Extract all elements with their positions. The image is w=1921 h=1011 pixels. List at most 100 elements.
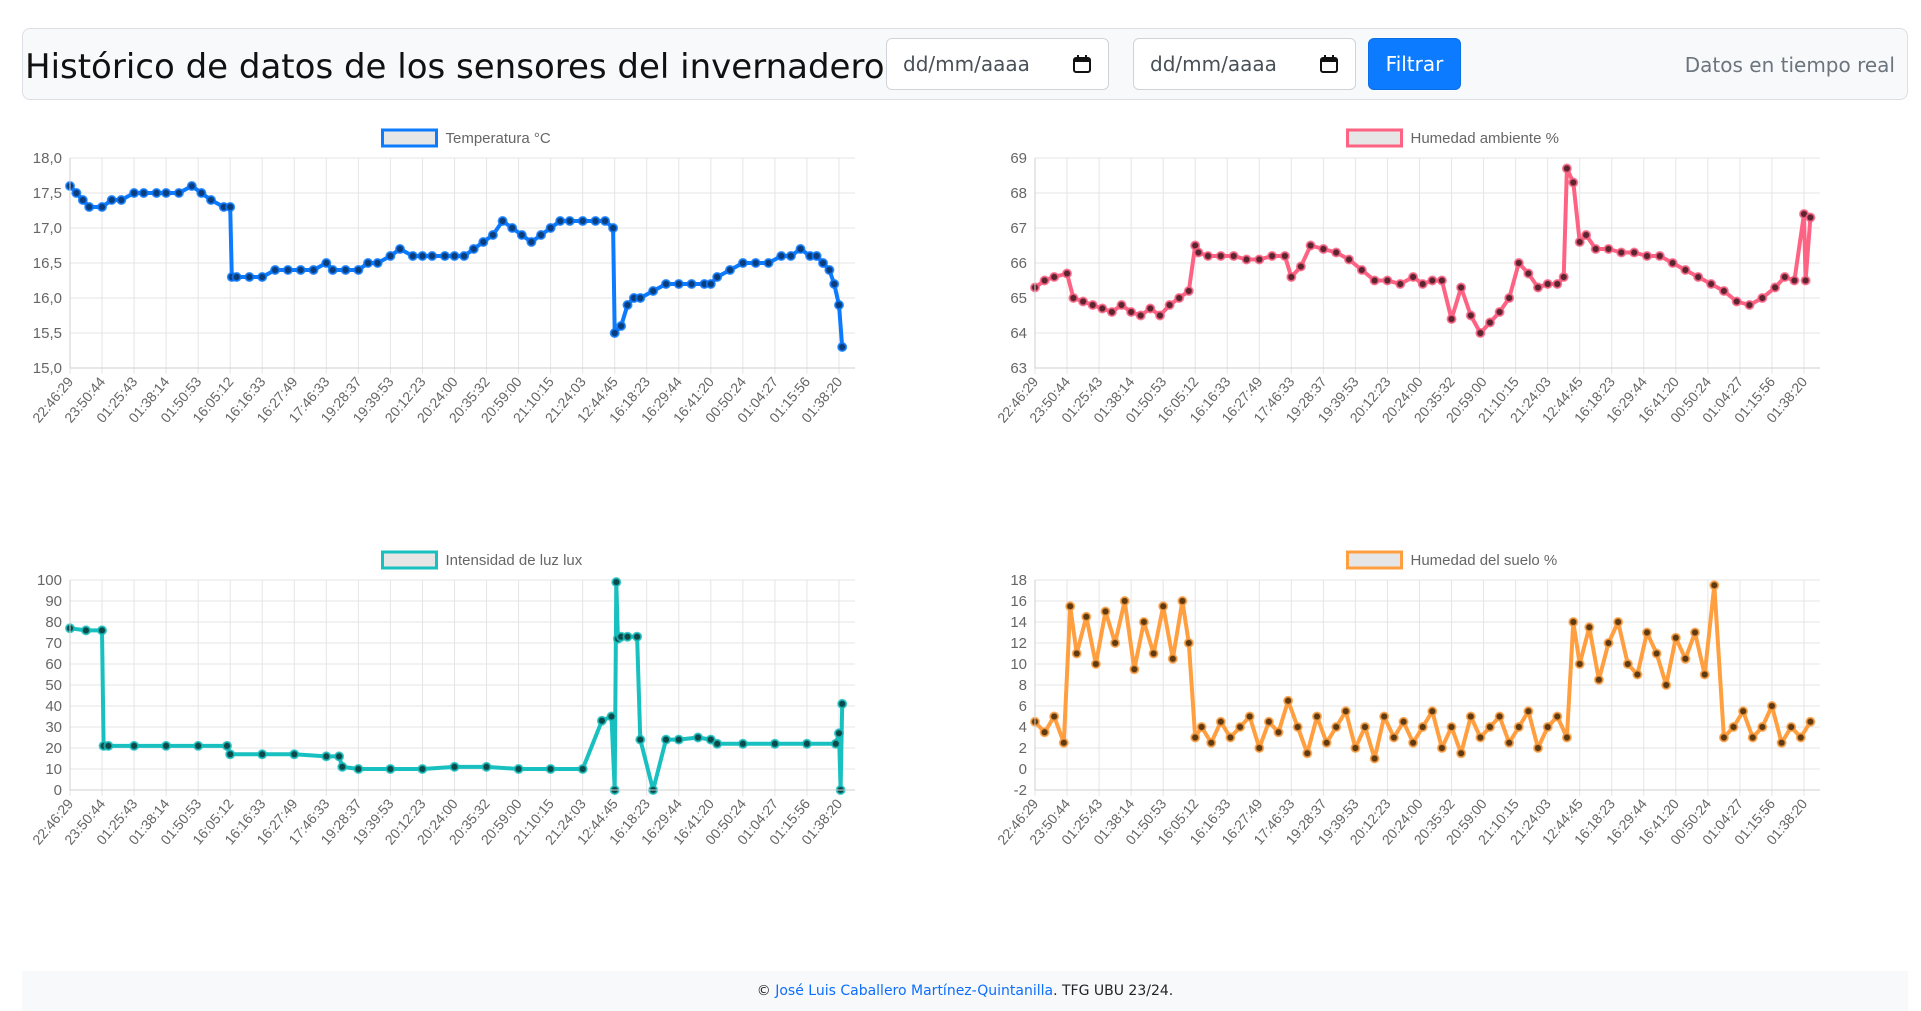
data-point (372, 258, 383, 268)
data-point (1388, 732, 1399, 743)
data-point (606, 711, 617, 722)
y-tick-label: 16,5 (33, 255, 62, 272)
y-tick-label: 50 (45, 677, 62, 694)
data-point (186, 181, 197, 191)
legend-label: Humedad del suelo % (1411, 552, 1558, 569)
y-tick-label: 18 (1010, 572, 1027, 589)
data-point (1408, 272, 1419, 282)
data-point (1267, 251, 1278, 261)
y-tick-label: -2 (1014, 782, 1027, 799)
y-tick-label: 12 (1010, 635, 1027, 652)
data-point (526, 237, 537, 247)
data-point (1129, 664, 1140, 675)
data-point (1805, 716, 1816, 727)
data-point (1661, 680, 1672, 690)
data-point (513, 764, 524, 774)
data-point (1286, 272, 1297, 282)
data-point (1106, 307, 1117, 317)
data-point (1177, 596, 1188, 606)
data-point (206, 195, 216, 205)
data-point (1427, 706, 1438, 717)
data-point (1805, 212, 1816, 223)
data-point (1561, 732, 1572, 743)
author-link[interactable]: José Luis Caballero Martínez-Quintanilla (775, 983, 1053, 999)
legend[interactable]: Intensidad de luz lux (381, 550, 583, 570)
light-chart: 100908070605040302010022:46:2923:50:4401… (29, 550, 855, 848)
data-point (1757, 722, 1768, 732)
footer: © José Luis Caballero Martínez-Quintanil… (22, 971, 1908, 1011)
data-point (712, 272, 723, 282)
data-point (1196, 722, 1207, 732)
calendar-icon[interactable] (1072, 54, 1092, 74)
data-point (1552, 279, 1563, 289)
y-tick-label: 100 (37, 572, 62, 589)
data-point (1398, 716, 1409, 727)
legend[interactable]: Temperatura °C (381, 128, 551, 148)
data-point (1616, 247, 1627, 258)
data-point (1770, 282, 1781, 293)
data-point (395, 244, 405, 254)
data-point (622, 300, 633, 310)
calendar-icon[interactable] (1319, 54, 1339, 74)
data-point (1738, 706, 1749, 717)
grid (1034, 157, 1820, 374)
legend-label: Temperatura °C (446, 130, 551, 147)
data-point (321, 258, 332, 268)
y-tick-label: 17,0 (33, 220, 62, 237)
data-point (1699, 669, 1710, 680)
footer-suffix: . TFG UBU 23/24. (1053, 983, 1174, 999)
data-point (1228, 251, 1239, 261)
data-point (1731, 296, 1742, 307)
data-point (686, 279, 697, 289)
data-point (1427, 275, 1438, 286)
data-point (785, 251, 796, 261)
y-tick-label: 80 (45, 614, 62, 631)
data-point (1312, 711, 1322, 722)
date-to-input[interactable]: dd/mm/aaaa (1133, 38, 1356, 90)
data-point (417, 764, 428, 774)
data-point (173, 188, 184, 198)
legend[interactable]: Humedad ambiente % (1346, 128, 1559, 148)
y-tick-label: 14 (1010, 614, 1027, 631)
data-point (1513, 722, 1524, 732)
data-point (106, 195, 117, 205)
data-point (1603, 638, 1614, 648)
data-point (222, 740, 232, 751)
data-point (1279, 251, 1290, 261)
data-point (1523, 268, 1534, 279)
data-point (673, 279, 684, 289)
data-point (1183, 286, 1194, 296)
data-point (1235, 722, 1246, 732)
data-point (545, 223, 556, 233)
data-point (449, 251, 460, 261)
y-tick-label: 70 (45, 635, 62, 652)
y-tick-label: 2 (1019, 740, 1027, 757)
data-point (1747, 732, 1758, 743)
data-point (1533, 743, 1543, 753)
filter-button[interactable]: Filtrar (1368, 38, 1461, 90)
y-tick-label: 15,5 (33, 325, 62, 342)
data-point (337, 761, 348, 772)
date-from-input[interactable]: dd/mm/aaaa (886, 38, 1109, 90)
data-point (1718, 286, 1729, 296)
data-point (1795, 732, 1806, 743)
data-point (97, 202, 107, 212)
legend-swatch (1346, 128, 1403, 148)
data-point (1690, 627, 1700, 638)
data-point (1283, 695, 1294, 706)
legend[interactable]: Humedad del suelo % (1346, 550, 1558, 570)
data-point (1360, 722, 1370, 732)
data-point (1340, 706, 1351, 717)
realtime-data-link[interactable]: Datos en tiempo real (1685, 53, 1895, 77)
data-point (340, 265, 351, 275)
data-point (353, 764, 364, 774)
data-point (611, 577, 622, 588)
data-point (1584, 622, 1595, 633)
y-tick-label: 68 (1010, 185, 1027, 202)
data-point (1273, 727, 1284, 738)
copyright-symbol: © (756, 983, 771, 999)
data-point (1654, 251, 1665, 261)
data-point (1523, 706, 1534, 717)
data-point (161, 740, 172, 751)
data-point (327, 265, 338, 275)
